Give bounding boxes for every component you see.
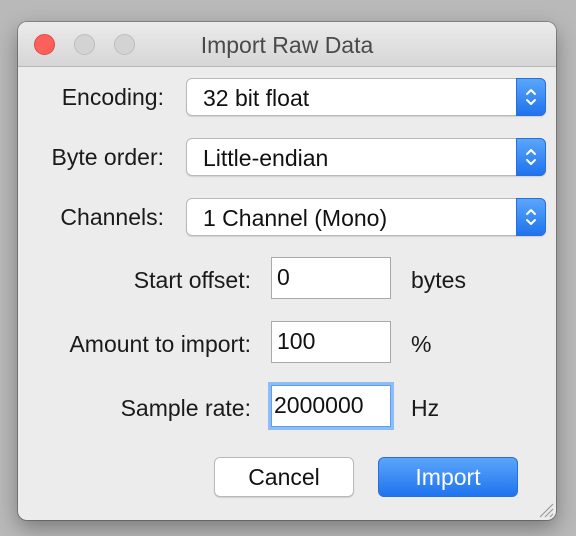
import-raw-data-dialog: Import Raw Data Encoding: 32 bit float B… xyxy=(18,22,556,520)
sample-rate-input[interactable]: 2000000 xyxy=(271,385,391,427)
up-down-chevron-icon xyxy=(526,89,536,105)
start-offset-label: Start offset: xyxy=(133,267,251,293)
start-offset-unit: bytes xyxy=(411,267,466,293)
up-down-chevron-icon xyxy=(526,209,536,225)
amount-to-import-input[interactable]: 100 xyxy=(271,321,391,363)
start-offset-input[interactable]: 0 xyxy=(271,257,391,299)
sample-rate-label: Sample rate: xyxy=(120,395,251,421)
amount-to-import-label: Amount to import: xyxy=(69,331,251,357)
window-title: Import Raw Data xyxy=(200,32,374,58)
byte-order-label: Byte order: xyxy=(51,144,165,170)
encoding-stepper[interactable] xyxy=(516,78,546,116)
amount-to-import-unit: % xyxy=(411,331,432,357)
channels-value: 1 Channel (Mono) xyxy=(203,205,388,231)
channels-select[interactable]: 1 Channel (Mono) xyxy=(186,198,546,236)
encoding-value: 32 bit float xyxy=(203,85,310,111)
import-button[interactable]: Import xyxy=(378,457,518,497)
cancel-button[interactable]: Cancel xyxy=(214,457,354,497)
encoding-label: Encoding: xyxy=(61,84,164,110)
sample-rate-unit: Hz xyxy=(411,395,440,421)
up-down-chevron-icon xyxy=(526,149,536,165)
byte-order-stepper[interactable] xyxy=(516,138,546,176)
titlebar[interactable]: Import Raw Data xyxy=(18,22,556,67)
resize-grip-icon[interactable] xyxy=(536,500,554,518)
channels-stepper[interactable] xyxy=(516,198,546,236)
encoding-select[interactable]: 32 bit float xyxy=(186,78,546,116)
byte-order-value: Little-endian xyxy=(203,145,329,171)
channels-label: Channels: xyxy=(60,204,164,230)
byte-order-select[interactable]: Little-endian xyxy=(186,138,546,176)
